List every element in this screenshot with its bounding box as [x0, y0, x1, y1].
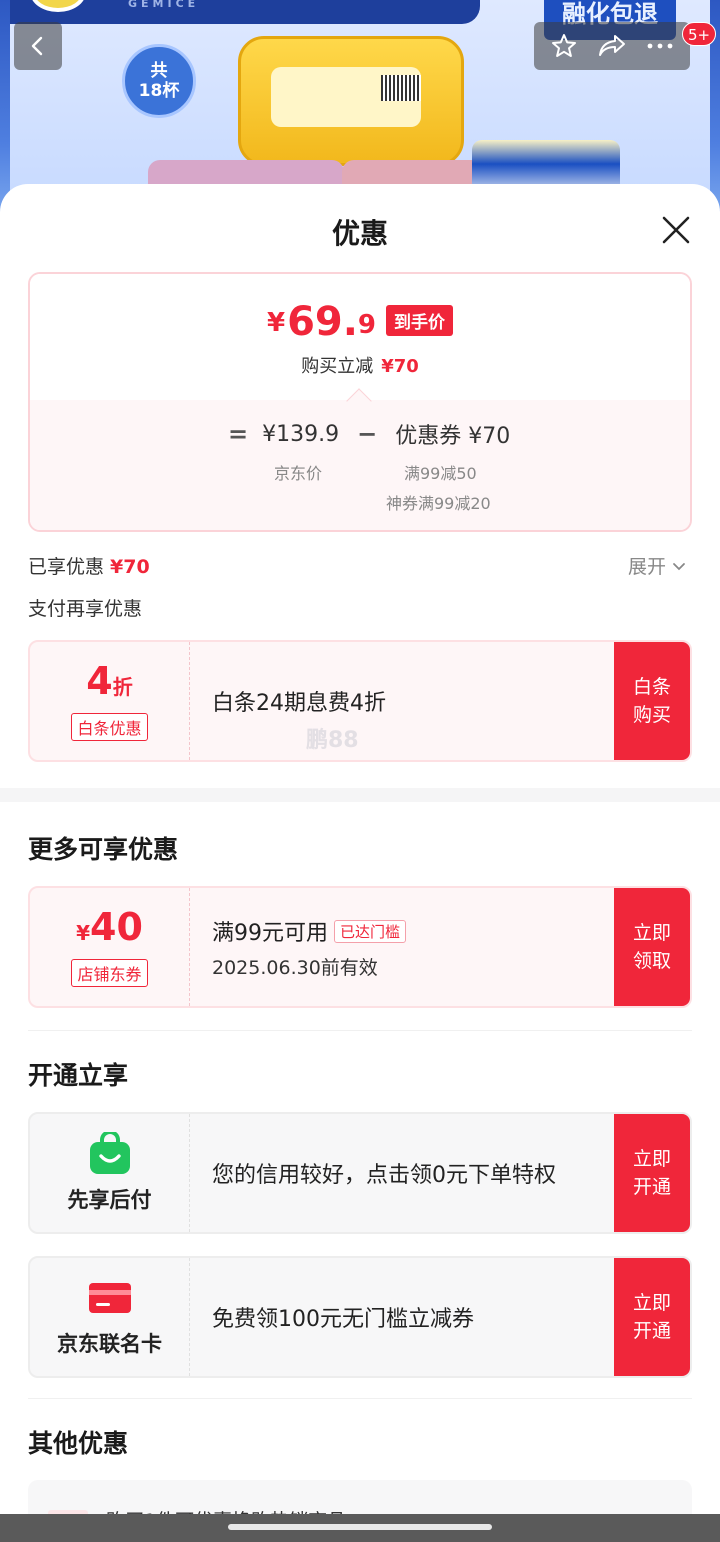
share-button[interactable]: [595, 29, 629, 63]
shop-coupon-value-box: ¥40 店铺东券: [30, 888, 190, 1006]
price-formula: = ¥139.9 − 优惠券 ¥70: [228, 418, 510, 450]
brand-logo: [30, 0, 86, 12]
final-price-tag: 到手价: [386, 305, 454, 336]
pay-later-text: 您的信用较好，点击领0元下单特权: [212, 1163, 556, 1188]
message-count-badge: 5+: [682, 22, 717, 46]
close-icon: [662, 216, 690, 244]
coupon-detail-1: 满99减50: [404, 464, 477, 483]
cobrand-card-info: 免费领100元无门槛立减券: [190, 1258, 614, 1376]
home-indicator[interactable]: [228, 1524, 492, 1530]
baitiao-discount-box: 4折 白条优惠: [30, 642, 190, 760]
shop-coupon-currency: ¥: [76, 921, 91, 945]
pay-later-offer: 先享后付 您的信用较好，点击领0元下单特权 立即开通: [28, 1112, 692, 1234]
shop-coupon-expiry: 2025.06.30前有效: [212, 956, 378, 979]
jd-price: ¥139.9: [262, 421, 340, 447]
claim-coupon-button[interactable]: 立即领取: [614, 888, 690, 1006]
shop-coupon-condition-line: 满99元可用 已达门槛: [212, 915, 614, 947]
enjoyed-discount: 已享优惠 ¥70: [28, 552, 150, 579]
brand-text: GEMICE: [128, 0, 200, 10]
baitiao-coupon: 4折 白条优惠 白条24期息费4折 白条购买: [28, 640, 692, 762]
sheet-title: 优惠: [331, 217, 388, 250]
pay-later-name: 先享后付: [67, 1188, 152, 1212]
favorite-button[interactable]: [547, 29, 581, 63]
back-button[interactable]: [14, 22, 62, 70]
star-icon: [552, 34, 576, 57]
shopping-bag-icon: [89, 1132, 130, 1174]
discount-sheet: 优惠 ¥ 69. 9 到手价 购买立减 ¥70 = ¥139.9 − 优惠券 ¥7…: [0, 184, 720, 1514]
instant-discount-label: 购买立减: [301, 356, 374, 377]
open-cobrand-card-button[interactable]: 立即开通: [614, 1258, 690, 1376]
instant-discount-line: 购买立减 ¥70: [30, 352, 690, 378]
final-price: ¥ 69. 9 到手价: [30, 302, 690, 342]
enjoyed-label: 已享优惠: [28, 556, 105, 578]
baitiao-discount-unit: 折: [112, 675, 133, 699]
expand-toggle[interactable]: 展开: [628, 552, 688, 579]
pay-later-brand: 先享后付: [30, 1114, 190, 1232]
cup-count-line1: 共: [150, 61, 168, 81]
pay-more-title: 支付再享优惠: [28, 598, 143, 620]
coupon-detail-2: 神券满99减20: [386, 494, 491, 513]
open-enjoy-title: 开通立享: [28, 1061, 129, 1090]
price-summary-card: ¥ 69. 9 到手价 购买立减 ¥70 = ¥139.9 − 优惠券 ¥70 京…: [28, 272, 692, 532]
enjoyed-amount: ¥70: [110, 556, 150, 578]
credit-card-icon: [88, 1283, 131, 1313]
cobrand-card-name: 京东联名卡: [57, 1332, 162, 1356]
baitiao-discount: 4折: [86, 661, 132, 707]
other-discount-text: 购买1件可优惠换购热销商品: [106, 1506, 346, 1514]
cobrand-card-text: 免费领100元无门槛立减券: [212, 1307, 474, 1332]
shop-coupon-condition: 满99元可用: [212, 920, 328, 946]
expand-label: 展开: [628, 556, 667, 578]
section-divider: [0, 788, 720, 802]
shop-coupon: ¥40 店铺东券 满99元可用 已达门槛 2025.06.30前有效 立即领取: [28, 886, 692, 1008]
brand-banner: GEMICE: [10, 0, 480, 24]
chevron-left-icon: [31, 36, 43, 56]
price-currency: ¥: [266, 308, 286, 338]
baitiao-buy-button[interactable]: 白条购买: [614, 642, 690, 760]
divider-line: [28, 1398, 692, 1399]
pay-later-info: 您的信用较好，点击领0元下单特权: [190, 1114, 614, 1232]
price-decimal: 9: [357, 310, 377, 340]
other-discount-item[interactable]: 换购 购买1件可优惠换购热销商品 ›: [28, 1480, 692, 1514]
baitiao-text: 白条24期息费4折: [212, 691, 386, 716]
final-price-area: ¥ 69. 9 到手价 购买立减 ¥70: [30, 274, 690, 400]
cup-count-line2: 18杯: [138, 81, 180, 101]
jd-price-label: 京东价: [274, 464, 323, 483]
other-discounts-title: 其他优惠: [28, 1429, 129, 1458]
divider-line: [28, 1030, 692, 1031]
baitiao-info: 白条24期息费4折: [190, 642, 614, 760]
cobrand-card-brand: 京东联名卡: [30, 1258, 190, 1376]
shop-coupon-chip: 店铺东券: [71, 959, 148, 987]
threshold-reached-badge: 已达门槛: [334, 919, 407, 943]
shop-coupon-value: ¥40: [76, 907, 143, 953]
top-action-bar: [534, 22, 690, 70]
more-discounts-title: 更多可享优惠: [28, 835, 179, 864]
minus-sign: −: [357, 420, 378, 448]
share-icon: [599, 35, 625, 56]
barcode: [381, 75, 421, 101]
open-pay-later-button[interactable]: 立即开通: [614, 1114, 690, 1232]
baitiao-discount-value: 4: [86, 659, 113, 703]
watermark: 鹏88: [306, 728, 359, 753]
shop-coupon-amount: 40: [90, 905, 143, 949]
chevron-down-icon: [673, 562, 685, 570]
close-button[interactable]: [652, 206, 700, 254]
shop-coupon-info: 满99元可用 已达门槛 2025.06.30前有效: [190, 888, 614, 1006]
cobrand-card-offer: 京东联名卡 免费领100元无门槛立减券 立即开通: [28, 1256, 692, 1378]
more-button[interactable]: [643, 29, 677, 63]
baitiao-chip: 白条优惠: [71, 713, 148, 741]
ice-cream-tub-yellow: [238, 36, 464, 166]
price-integer: 69.: [287, 299, 358, 345]
equals-sign: =: [228, 420, 249, 448]
system-navigation-bar: [0, 1514, 720, 1542]
more-dots-icon: [647, 43, 673, 49]
coupon-total: 优惠券 ¥70: [395, 424, 511, 449]
instant-discount-amount: ¥70: [381, 356, 419, 377]
cup-count-badge: 共 18杯: [122, 44, 196, 118]
